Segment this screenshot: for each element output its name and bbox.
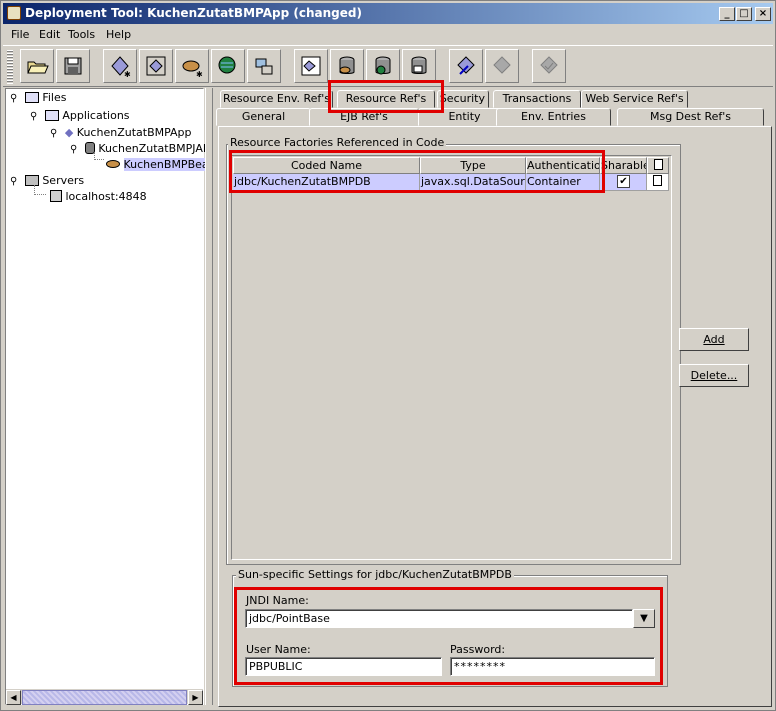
- tree-node-servers[interactable]: ⚲ Servers: [10, 173, 84, 189]
- tree-node-localhost[interactable]: localhost:4848: [50, 189, 147, 205]
- deploy-icon: [457, 56, 475, 75]
- tree-label-jar: KuchenZutatBMPJAR: [98, 142, 205, 155]
- db-tools-button[interactable]: [366, 49, 400, 83]
- app-icon: [7, 6, 21, 20]
- tree-horizontal-scrollbar[interactable]: ◀ ▶: [6, 689, 203, 705]
- verify-button[interactable]: [532, 49, 566, 83]
- new-application-icon: ✱: [111, 56, 131, 78]
- tree-connector: [94, 152, 104, 160]
- window-title: Deployment Tool: KuchenZutatBMPApp (chan…: [25, 6, 362, 20]
- highlight-resource-refs-tab: [328, 80, 444, 113]
- application-icon: ◆: [64, 126, 74, 139]
- tree-key-icon[interactable]: ⚲: [10, 93, 17, 104]
- tree-key-icon[interactable]: ⚲: [70, 144, 77, 155]
- tree-label-servers: Servers: [42, 174, 85, 187]
- tree-node-app[interactable]: ⚲ ◆ KuchenZutatBMPApp: [50, 125, 192, 141]
- document-icon: [653, 159, 663, 170]
- db-add-icon: [339, 56, 355, 74]
- open-folder-icon: [27, 61, 49, 74]
- open-button[interactable]: [20, 49, 54, 83]
- scroll-thumb[interactable]: [22, 690, 187, 705]
- add-button[interactable]: Add: [679, 328, 749, 351]
- tree-key-icon[interactable]: ⚲: [50, 128, 57, 139]
- highlight-sun-settings: [234, 587, 663, 685]
- main-window: Deployment Tool: KuchenZutatBMPApp (chan…: [0, 0, 776, 711]
- close-button[interactable]: ×: [755, 7, 771, 21]
- verify-icon: [540, 56, 558, 74]
- tree-label-applications: Applications: [62, 109, 130, 122]
- minimize-button[interactable]: _: [719, 7, 735, 21]
- add-component-icon: [301, 56, 321, 76]
- new-module-icon: [146, 56, 166, 76]
- undeploy-button[interactable]: [485, 49, 519, 83]
- tree-key-icon[interactable]: ⚲: [30, 111, 37, 122]
- tree-label-bean: KuchenBMPBean: [123, 158, 205, 171]
- toolbar-grip[interactable]: [7, 50, 13, 84]
- db-deploy-button[interactable]: [402, 49, 436, 83]
- tree-node-files[interactable]: ⚲ Files: [10, 90, 66, 106]
- tab-msg-dest-refs[interactable]: Msg Dest Ref's: [617, 108, 764, 126]
- tree-label-app: KuchenZutatBMPApp: [76, 126, 192, 139]
- scroll-left-button[interactable]: ◀: [6, 690, 21, 705]
- cell-description[interactable]: [647, 174, 669, 191]
- tree-label-localhost: localhost:4848: [65, 190, 147, 203]
- tree-node-jar[interactable]: ⚲ KuchenZutatBMPJAR: [70, 141, 205, 157]
- new-bean-icon: ✱: [182, 60, 203, 78]
- column-header-description[interactable]: [647, 157, 669, 174]
- resource-factories-title: Resource Factories Referenced in Code: [228, 136, 447, 149]
- new-module-button[interactable]: [139, 49, 173, 83]
- title-bar: Deployment Tool: KuchenZutatBMPApp (chan…: [3, 3, 773, 24]
- highlight-resource-row: [229, 150, 605, 193]
- db-add-button[interactable]: [330, 49, 364, 83]
- column-header-sharable[interactable]: Sharable: [600, 157, 647, 174]
- tab-resource-env-refs[interactable]: Resource Env. Ref's: [220, 90, 333, 108]
- split-divider[interactable]: [205, 88, 213, 705]
- document-icon: [653, 175, 662, 186]
- db-tools-icon: [375, 56, 391, 75]
- menu-help[interactable]: Help: [106, 28, 131, 41]
- folder-icon: [44, 110, 59, 121]
- folder-icon: [24, 92, 39, 103]
- tree-label-files: Files: [42, 91, 67, 104]
- new-web-icon: [218, 56, 236, 74]
- cell-sharable[interactable]: ✔: [600, 174, 647, 191]
- tab-security[interactable]: Security: [437, 90, 489, 108]
- menu-file[interactable]: File: [11, 28, 29, 41]
- delete-button[interactable]: Delete...: [679, 364, 749, 387]
- resource-table[interactable]: Coded Name Type Authentication Sharable …: [231, 155, 672, 560]
- bean-icon: [106, 160, 120, 168]
- tab-env-entries[interactable]: Env. Entries: [496, 108, 611, 126]
- scroll-right-button[interactable]: ▶: [188, 690, 203, 705]
- undeploy-icon: [493, 56, 511, 74]
- tree-node-bean[interactable]: KuchenBMPBean: [106, 157, 205, 173]
- tab-web-service-refs[interactable]: Web Service Ref's: [581, 90, 688, 108]
- new-client-button[interactable]: [247, 49, 281, 83]
- sun-settings-title: Sun-specific Settings for jdbc/KuchenZut…: [236, 568, 514, 581]
- tree-connector: [34, 185, 46, 195]
- save-button[interactable]: [56, 49, 90, 83]
- new-bean-button[interactable]: ✱: [175, 49, 209, 83]
- new-application-button[interactable]: ✱: [103, 49, 137, 83]
- sharable-checkbox[interactable]: ✔: [617, 175, 630, 188]
- tree-key-icon[interactable]: ⚲: [10, 176, 17, 187]
- save-icon: [64, 57, 82, 75]
- menu-tools[interactable]: Tools: [68, 28, 95, 41]
- add-component-button[interactable]: [294, 49, 328, 83]
- deploy-button[interactable]: [449, 49, 483, 83]
- server-instance-icon: [50, 190, 62, 202]
- svg-text:✱: ✱: [196, 70, 203, 78]
- navigation-tree[interactable]: ⚲ Files ⚲ Applications ⚲ ◆ KuchenZutatBM…: [5, 88, 205, 705]
- maximize-button[interactable]: □: [736, 7, 752, 21]
- tab-general[interactable]: General: [216, 108, 311, 126]
- new-client-icon: [255, 58, 273, 75]
- tab-transactions[interactable]: Transactions: [493, 90, 581, 108]
- db-deploy-icon: [411, 56, 427, 74]
- svg-text:✱: ✱: [124, 70, 131, 78]
- menu-bar: File Edit Tools Help: [3, 25, 773, 45]
- tree-node-applications[interactable]: ⚲ Applications: [30, 108, 130, 124]
- menu-edit[interactable]: Edit: [39, 28, 60, 41]
- new-web-button[interactable]: [211, 49, 245, 83]
